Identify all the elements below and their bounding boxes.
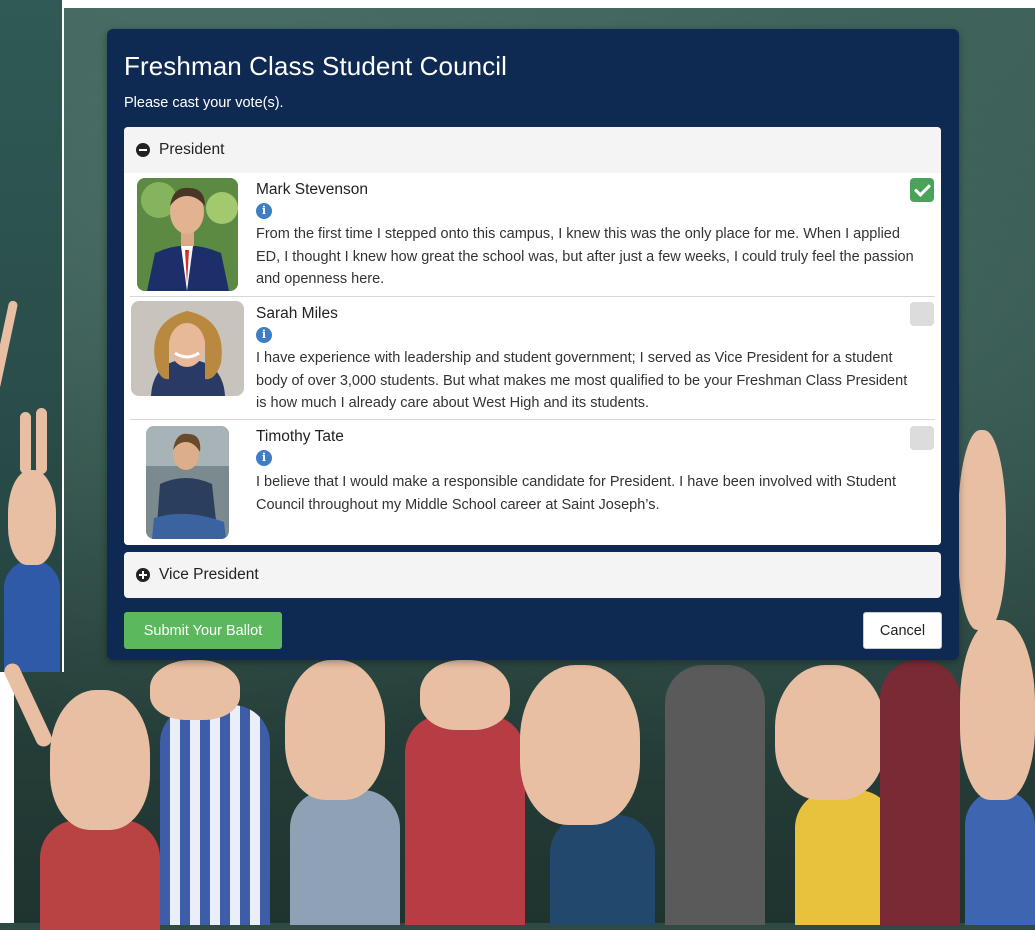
candidate-bio: I have experience with leadership and st… <box>256 350 908 411</box>
candidate-list: Mark Stevenson i From the first time I s… <box>124 173 941 545</box>
minus-circle-icon <box>136 143 150 157</box>
submit-ballot-button[interactable]: Submit Your Ballot <box>124 612 282 649</box>
candidate-row: Sarah Miles i I have experience with lea… <box>124 297 941 419</box>
candidate-photo <box>137 178 238 291</box>
candidate-name: Mark Stevenson <box>256 181 368 198</box>
info-icon[interactable]: i <box>256 450 272 466</box>
candidate-bio: From the first time I stepped onto this … <box>256 226 914 287</box>
section-label: President <box>159 141 225 158</box>
section-header-president[interactable]: President <box>124 127 941 173</box>
section-label: Vice President <box>159 566 259 583</box>
candidate-row: Mark Stevenson i From the first time I s… <box>124 173 941 296</box>
plus-circle-icon <box>136 568 150 582</box>
ballot-title: Freshman Class Student Council <box>124 51 508 81</box>
section-president: President Mark Stevenson i From the firs… <box>124 127 941 545</box>
section-header-vice-president[interactable]: Vice President <box>124 552 941 598</box>
info-icon[interactable]: i <box>256 203 272 219</box>
candidate-name: Sarah Miles <box>256 305 338 322</box>
candidate-photo <box>131 301 244 396</box>
left-border <box>0 672 14 923</box>
vote-checkbox[interactable] <box>910 426 934 450</box>
candidate-name: Timothy Tate <box>256 428 344 445</box>
cancel-button[interactable]: Cancel <box>863 612 942 649</box>
info-icon[interactable]: i <box>256 327 272 343</box>
ballot-panel: Freshman Class Student Council Please ca… <box>107 29 959 660</box>
candidate-row: Timothy Tate i I believe that I would ma… <box>124 420 941 545</box>
candidate-bio: I believe that I would make a responsibl… <box>256 474 897 513</box>
candidate-photo <box>146 426 229 539</box>
left-background-strip <box>0 0 64 672</box>
vote-checkbox[interactable] <box>910 178 934 202</box>
vote-checkbox[interactable] <box>910 302 934 326</box>
section-vice-president: Vice President <box>124 552 941 598</box>
top-border <box>62 0 1035 8</box>
ballot-instructions: Please cast your vote(s). <box>124 95 284 111</box>
